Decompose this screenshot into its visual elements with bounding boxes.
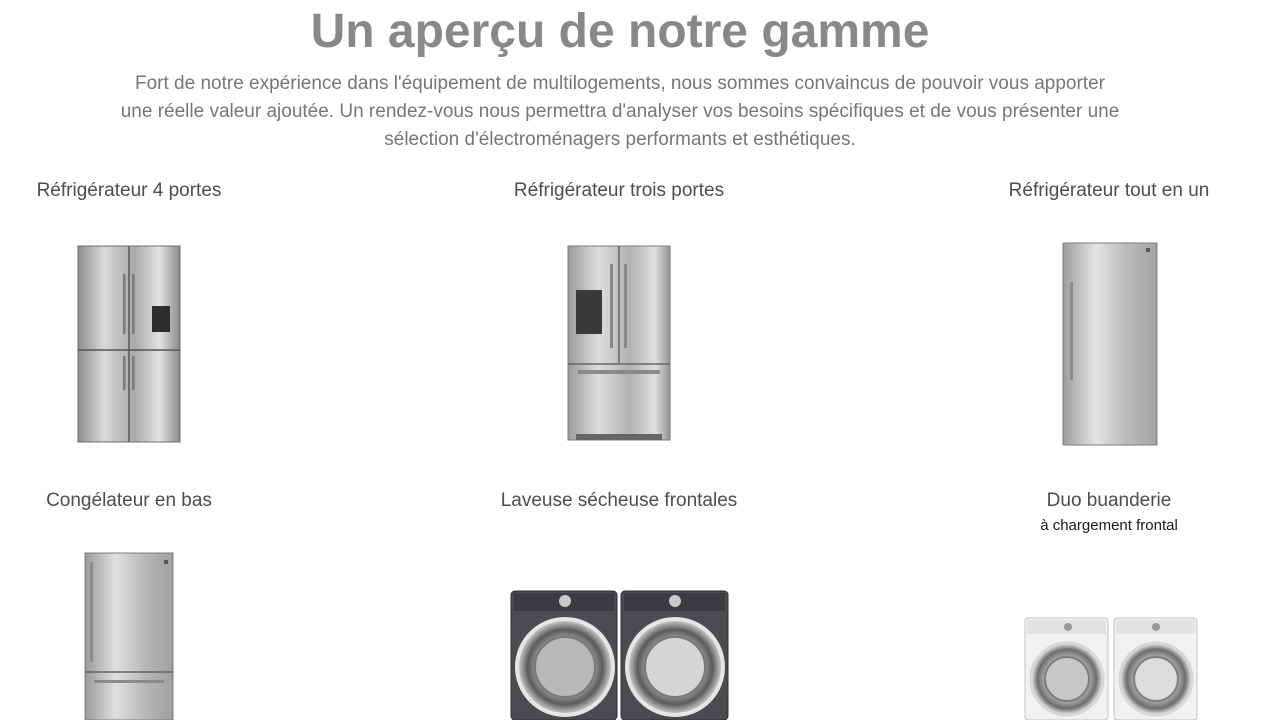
product-title-bottom-freezer[interactable]: Congélateur en bas — [0, 490, 258, 512]
fridge-bottom-freezer-icon[interactable] — [84, 552, 174, 720]
product-title-fridge-4-doors[interactable]: Réfrigérateur 4 portes — [0, 180, 258, 202]
product-title-fridge-3-doors[interactable]: Réfrigérateur trois portes — [490, 180, 748, 202]
washer-dryer-front-load-icon[interactable] — [510, 589, 730, 720]
product-subtitle-laundry-duo: à chargement frontal — [1040, 517, 1178, 534]
fridge-three-door-icon[interactable] — [566, 244, 672, 444]
product-title-laundry-duo[interactable]: Duo buanderie — [980, 490, 1238, 512]
product-title-washer-dryer[interactable]: Laveuse sécheuse frontales — [480, 490, 758, 512]
fridge-all-in-one-icon[interactable] — [1062, 242, 1158, 446]
intro-line: une réelle valeur ajoutée. Un rendez-vou… — [120, 101, 1120, 122]
intro-line: sélection d'électroménagers performants … — [384, 129, 856, 150]
intro-paragraph: Fort de notre expérience dans l'équipeme… — [80, 70, 1160, 154]
fridge-four-door-icon[interactable] — [76, 244, 182, 444]
page-title: Un aperçu de notre gamme — [310, 5, 930, 58]
intro-line: Fort de notre expérience dans l'équipeme… — [134, 73, 1105, 94]
laundry-duo-icon[interactable] — [1024, 617, 1198, 720]
product-title-fridge-all-in-one[interactable]: Réfrigérateur tout en un — [980, 180, 1238, 202]
